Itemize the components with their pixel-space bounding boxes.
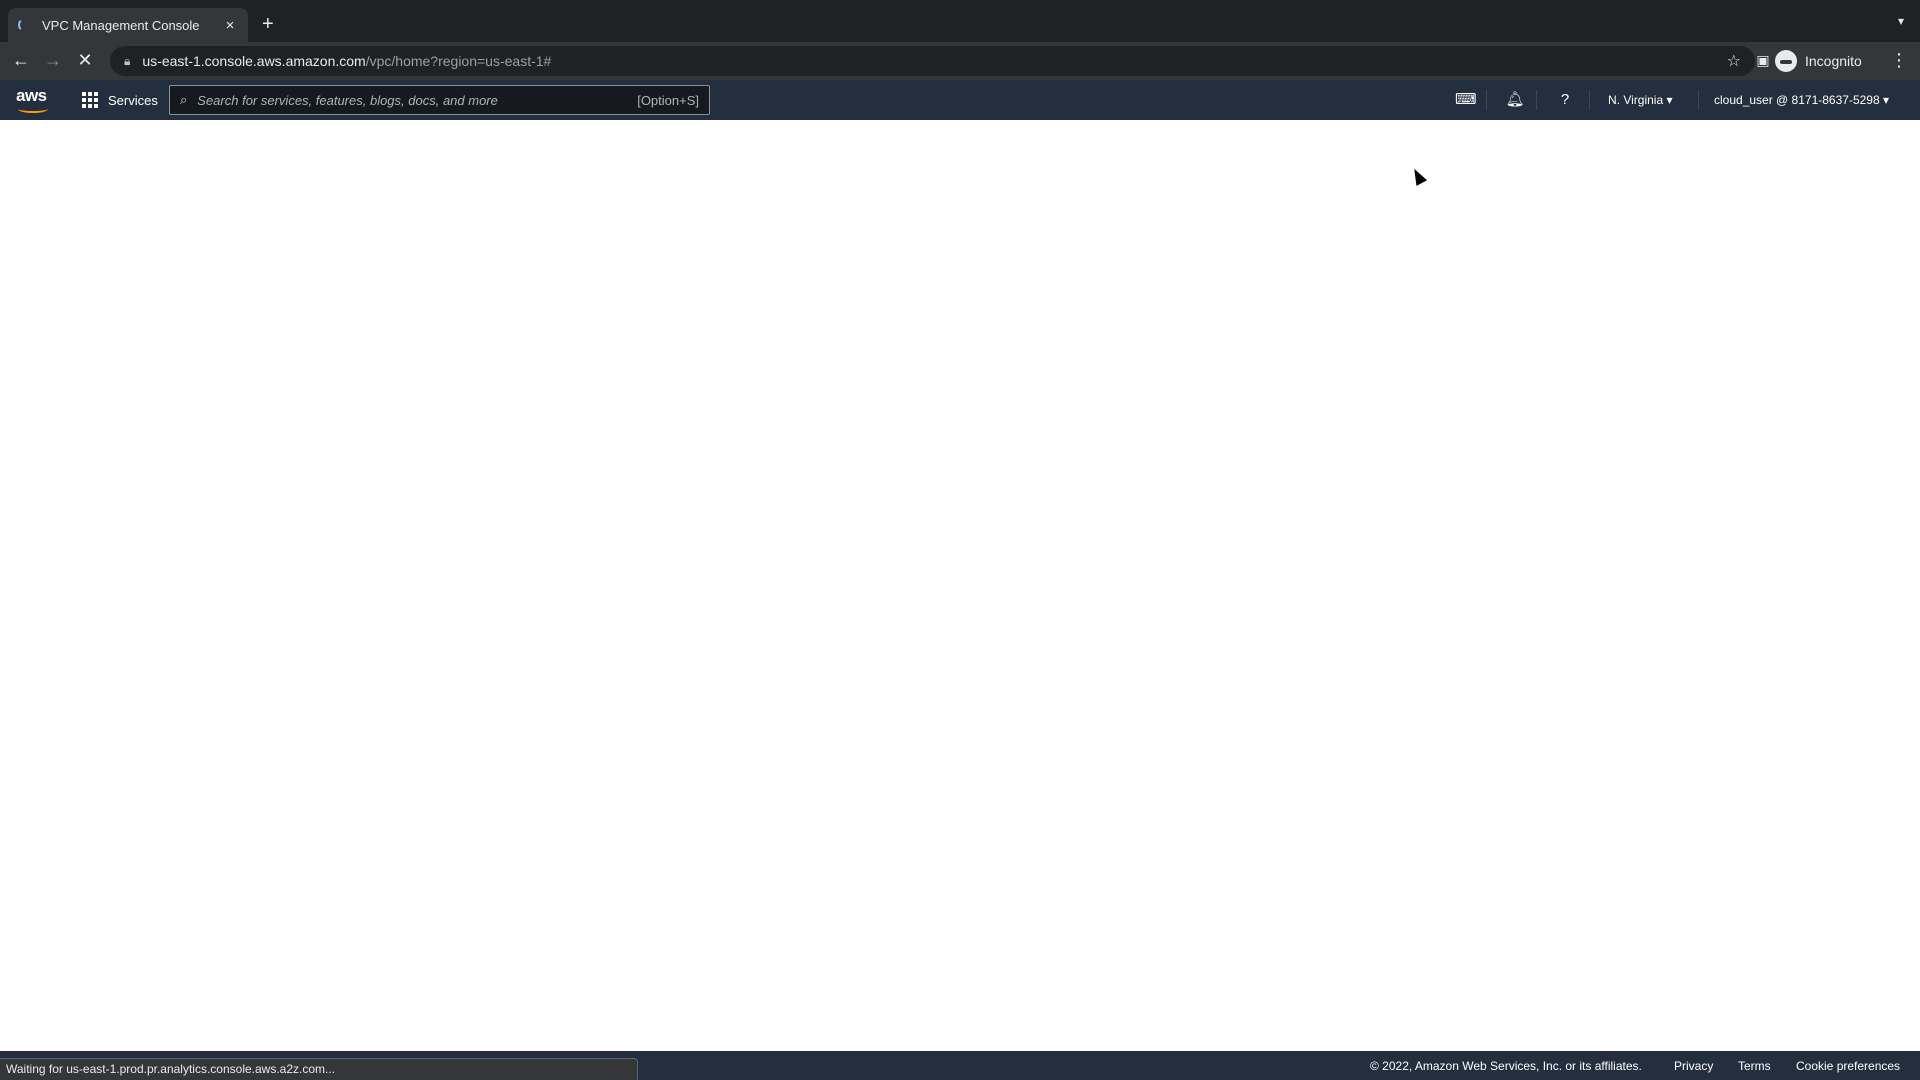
browser-toolbar: ← → ✕ 🔒︎ us-east-1.console.aws.amazon.co…: [0, 42, 1920, 80]
tab-search-icon[interactable]: ▾: [1898, 14, 1904, 28]
nav-divider: [1536, 90, 1537, 110]
aws-smile-icon: [18, 105, 48, 113]
services-label: Services: [108, 92, 158, 108]
aws-logo[interactable]: aws: [16, 86, 52, 114]
search-icon: ⌕: [180, 92, 188, 107]
chevron-down-icon: ▾: [1882, 93, 1890, 107]
chevron-down-icon: ▾: [1666, 93, 1673, 107]
close-tab-icon[interactable]: ×: [222, 17, 238, 34]
loading-spinner-icon: [18, 18, 32, 32]
aws-console-nav: aws Services ⌕ Search for services, feat…: [0, 80, 1920, 120]
browser-tab-strip: VPC Management Console × + ▾: [0, 0, 1920, 42]
incognito-label: Incognito: [1805, 53, 1862, 69]
account-menu[interactable]: cloud_user @ 8171-8637-5298 ▾: [1714, 90, 1889, 110]
search-input[interactable]: ⌕ Search for services, features, blogs, …: [169, 85, 710, 115]
incognito-icon: [1775, 50, 1797, 72]
nav-divider: [1486, 90, 1487, 110]
region-label: N. Virginia: [1608, 93, 1664, 107]
search-placeholder: Search for services, features, blogs, do…: [197, 92, 498, 108]
new-tab-button[interactable]: +: [262, 14, 274, 34]
back-icon[interactable]: ←: [10, 50, 32, 70]
browser-status-bubble: Waiting for us-east-1.prod.pr.analytics.…: [0, 1058, 638, 1080]
account-label: cloud_user @ 8171-8637-5298: [1714, 93, 1880, 107]
forward-icon[interactable]: →: [42, 50, 64, 70]
url-path: /vpc/home?region=us-east-1#: [365, 53, 552, 69]
browser-tab[interactable]: VPC Management Console ×: [8, 8, 248, 42]
services-menu-button[interactable]: Services: [82, 88, 158, 112]
search-shortcut-hint: [Option+S]: [637, 92, 699, 108]
tab-title: VPC Management Console: [42, 17, 200, 33]
address-bar[interactable]: 🔒︎ us-east-1.console.aws.amazon.com /vpc…: [110, 46, 1755, 76]
footer-privacy-link[interactable]: Privacy: [1674, 1059, 1713, 1073]
kebab-menu-icon[interactable]: ⋮: [1888, 50, 1910, 70]
cloudshell-icon[interactable]: ⌨: [1455, 90, 1477, 110]
side-panel-icon[interactable]: ▣: [1752, 50, 1774, 70]
incognito-profile-button[interactable]: Incognito: [1775, 46, 1862, 76]
services-grid-icon: [82, 92, 98, 108]
footer-copyright: © 2022, Amazon Web Services, Inc. or its…: [1370, 1059, 1642, 1073]
nav-divider: [1589, 90, 1590, 110]
region-selector[interactable]: N. Virginia ▾: [1608, 90, 1673, 110]
notifications-bell-icon[interactable]: 🔔︎: [1505, 90, 1525, 110]
footer-cookie-preferences-link[interactable]: Cookie preferences: [1796, 1059, 1900, 1073]
aws-logo-text: aws: [16, 86, 47, 105]
stop-icon[interactable]: ✕: [74, 50, 96, 70]
main-content: [0, 120, 1920, 1051]
help-icon[interactable]: ?: [1555, 90, 1575, 110]
lock-icon[interactable]: 🔒︎: [124, 54, 130, 69]
nav-divider: [1698, 90, 1699, 110]
star-icon[interactable]: ☆: [1727, 51, 1741, 71]
url-host: us-east-1.console.aws.amazon.com: [142, 53, 366, 69]
footer-terms-link[interactable]: Terms: [1738, 1059, 1771, 1073]
